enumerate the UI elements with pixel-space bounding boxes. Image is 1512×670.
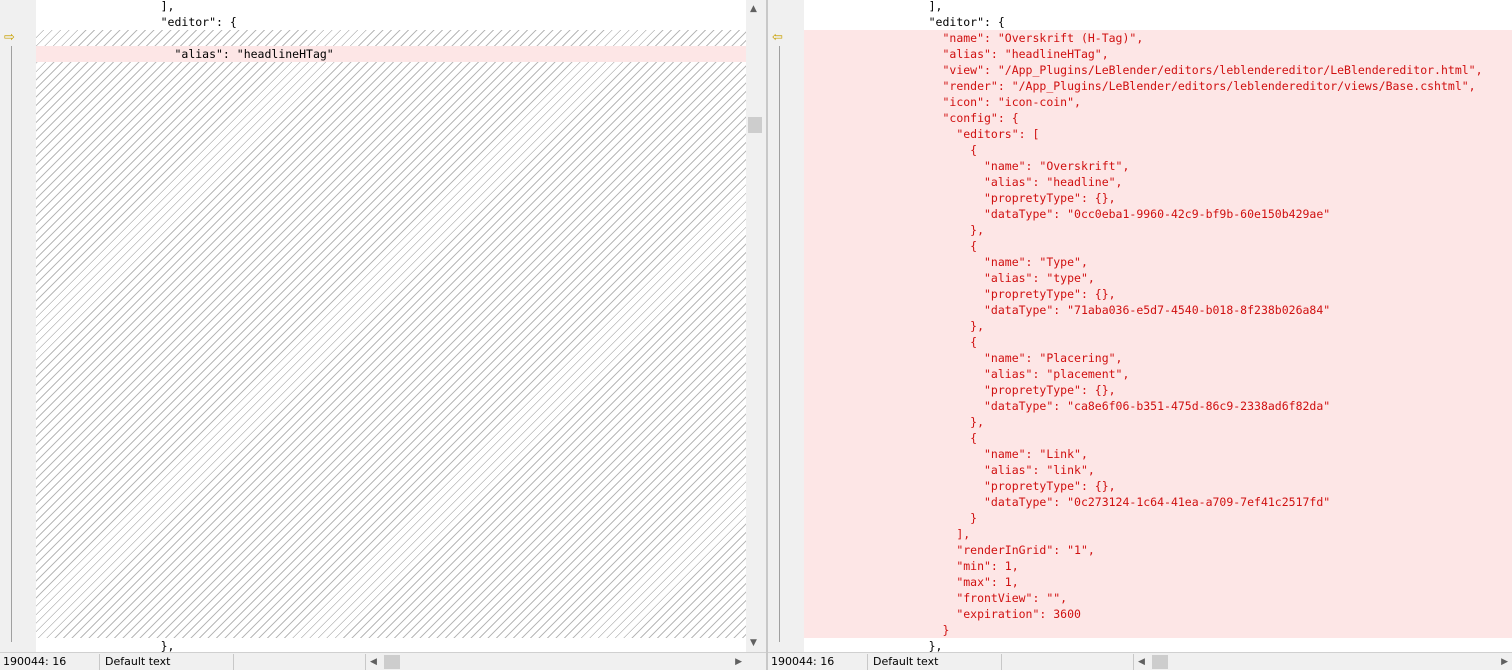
left-vertical-scrollbar[interactable]: ▲ ▼ (746, 0, 766, 652)
code-line: { (804, 431, 978, 445)
code-line: "editor": { (804, 15, 1005, 29)
code-line: "max": 1, (804, 575, 1019, 589)
code-line: }, (804, 415, 985, 429)
code-line: { (804, 143, 978, 157)
scroll-left-icon[interactable]: ◀ (370, 655, 377, 669)
left-diff-pane: ⇨ ], "editor": { "alias": "headlineHTag"… (0, 0, 766, 652)
code-line: ], (36, 0, 175, 13)
status-empty-cell (1002, 654, 1134, 670)
scroll-right-icon[interactable]: ▶ (1501, 655, 1508, 669)
code-line: "name": "Type", (804, 255, 1088, 269)
scroll-down-icon[interactable]: ▼ (750, 638, 757, 648)
code-line: "editors": [ (804, 127, 1040, 141)
right-status-bar: 190044: 16 Default text ◀ ▶ (768, 652, 1512, 670)
code-line: "name": "Link", (804, 447, 1088, 461)
cursor-position: 190044: 16 (768, 654, 868, 670)
code-line: { (804, 239, 978, 253)
code-line: "min": 1, (804, 559, 1019, 573)
encoding-label[interactable]: Default text (102, 654, 234, 670)
code-line: "expiration": 3600 (804, 607, 1081, 621)
code-line: } (804, 623, 950, 637)
code-line: "propretyType": {}, (804, 383, 1116, 397)
code-line: "alias": "placement", (804, 367, 1130, 381)
code-line: "alias": "headline", (804, 175, 1123, 189)
code-line: "alias": "headlineHTag", (804, 47, 1109, 61)
arrow-right-icon[interactable]: ⇨ (4, 31, 15, 45)
arrow-left-icon[interactable]: ⇦ (772, 31, 783, 45)
encoding-label[interactable]: Default text (870, 654, 1002, 670)
left-status-bar: 190044: 16 Default text ◀ ▶ (0, 652, 766, 670)
status-empty-cell (234, 654, 366, 670)
gutter-line (11, 46, 12, 642)
code-line: ], (804, 527, 971, 541)
code-line: }, (804, 319, 985, 333)
code-line: "view": "/App_Plugins/LeBlender/editors/… (804, 63, 1483, 77)
scroll-up-icon[interactable]: ▲ (750, 4, 757, 14)
scroll-thumb[interactable] (1152, 655, 1168, 669)
code-line: }, (36, 639, 175, 652)
code-line: }, (804, 223, 985, 237)
code-line: "propretyType": {}, (804, 191, 1116, 205)
code-line: "name": "Overskrift (H-Tag)", (804, 31, 1144, 45)
code-line: "name": "Placering", (804, 351, 1123, 365)
code-line: "frontView": "", (804, 591, 1068, 605)
code-line: "dataType": "71aba036-e5d7-4540-b018-8f2… (804, 303, 1331, 317)
code-line: "alias": "headlineHTag" (36, 47, 334, 61)
code-line: "dataType": "ca8e6f06-b351-475d-86c9-233… (804, 399, 1331, 413)
code-line: ], (804, 0, 943, 13)
scroll-thumb[interactable] (748, 117, 762, 133)
code-line: "name": "Overskrift", (804, 159, 1130, 173)
code-line: "render": "/App_Plugins/LeBlender/editor… (804, 79, 1476, 93)
cursor-position: 190044: 16 (0, 654, 100, 670)
missing-lines-hatch (36, 30, 746, 638)
code-line: "propretyType": {}, (804, 479, 1116, 493)
code-line: "config": { (804, 111, 1019, 125)
code-line: "alias": "link", (804, 463, 1095, 477)
code-line: "renderInGrid": "1", (804, 543, 1095, 557)
left-text-area[interactable]: ], "editor": { "alias": "headlineHTag" }… (36, 0, 746, 652)
code-line: }, (804, 639, 943, 652)
right-gutter[interactable]: ⇦ (768, 0, 804, 652)
right-text-area[interactable]: ], "editor": { "name": "Overskrift (H-Ta… (804, 0, 1512, 652)
scroll-thumb[interactable] (384, 655, 400, 669)
left-horizontal-scrollbar[interactable]: ◀ ▶ (368, 655, 746, 669)
code-line: } (804, 511, 978, 525)
scroll-left-icon[interactable]: ◀ (1138, 655, 1145, 669)
code-line: "dataType": "0cc0eba1-9960-42c9-bf9b-60e… (804, 207, 1331, 221)
right-diff-pane: ⇦ ], "editor": { "name": "Overskrift (H-… (768, 0, 1512, 652)
scroll-right-icon[interactable]: ▶ (735, 655, 742, 669)
code-line: "dataType": "0c273124-1c64-41ea-a709-7ef… (804, 495, 1331, 509)
gutter-line (779, 46, 780, 642)
code-line: "editor": { (36, 15, 237, 29)
code-line: "alias": "type", (804, 271, 1095, 285)
right-horizontal-scrollbar[interactable]: ◀ ▶ (1136, 655, 1512, 669)
code-line: "propretyType": {}, (804, 287, 1116, 301)
left-gutter[interactable]: ⇨ (0, 0, 36, 652)
code-line: { (804, 335, 978, 349)
code-line: "icon": "icon-coin", (804, 95, 1081, 109)
